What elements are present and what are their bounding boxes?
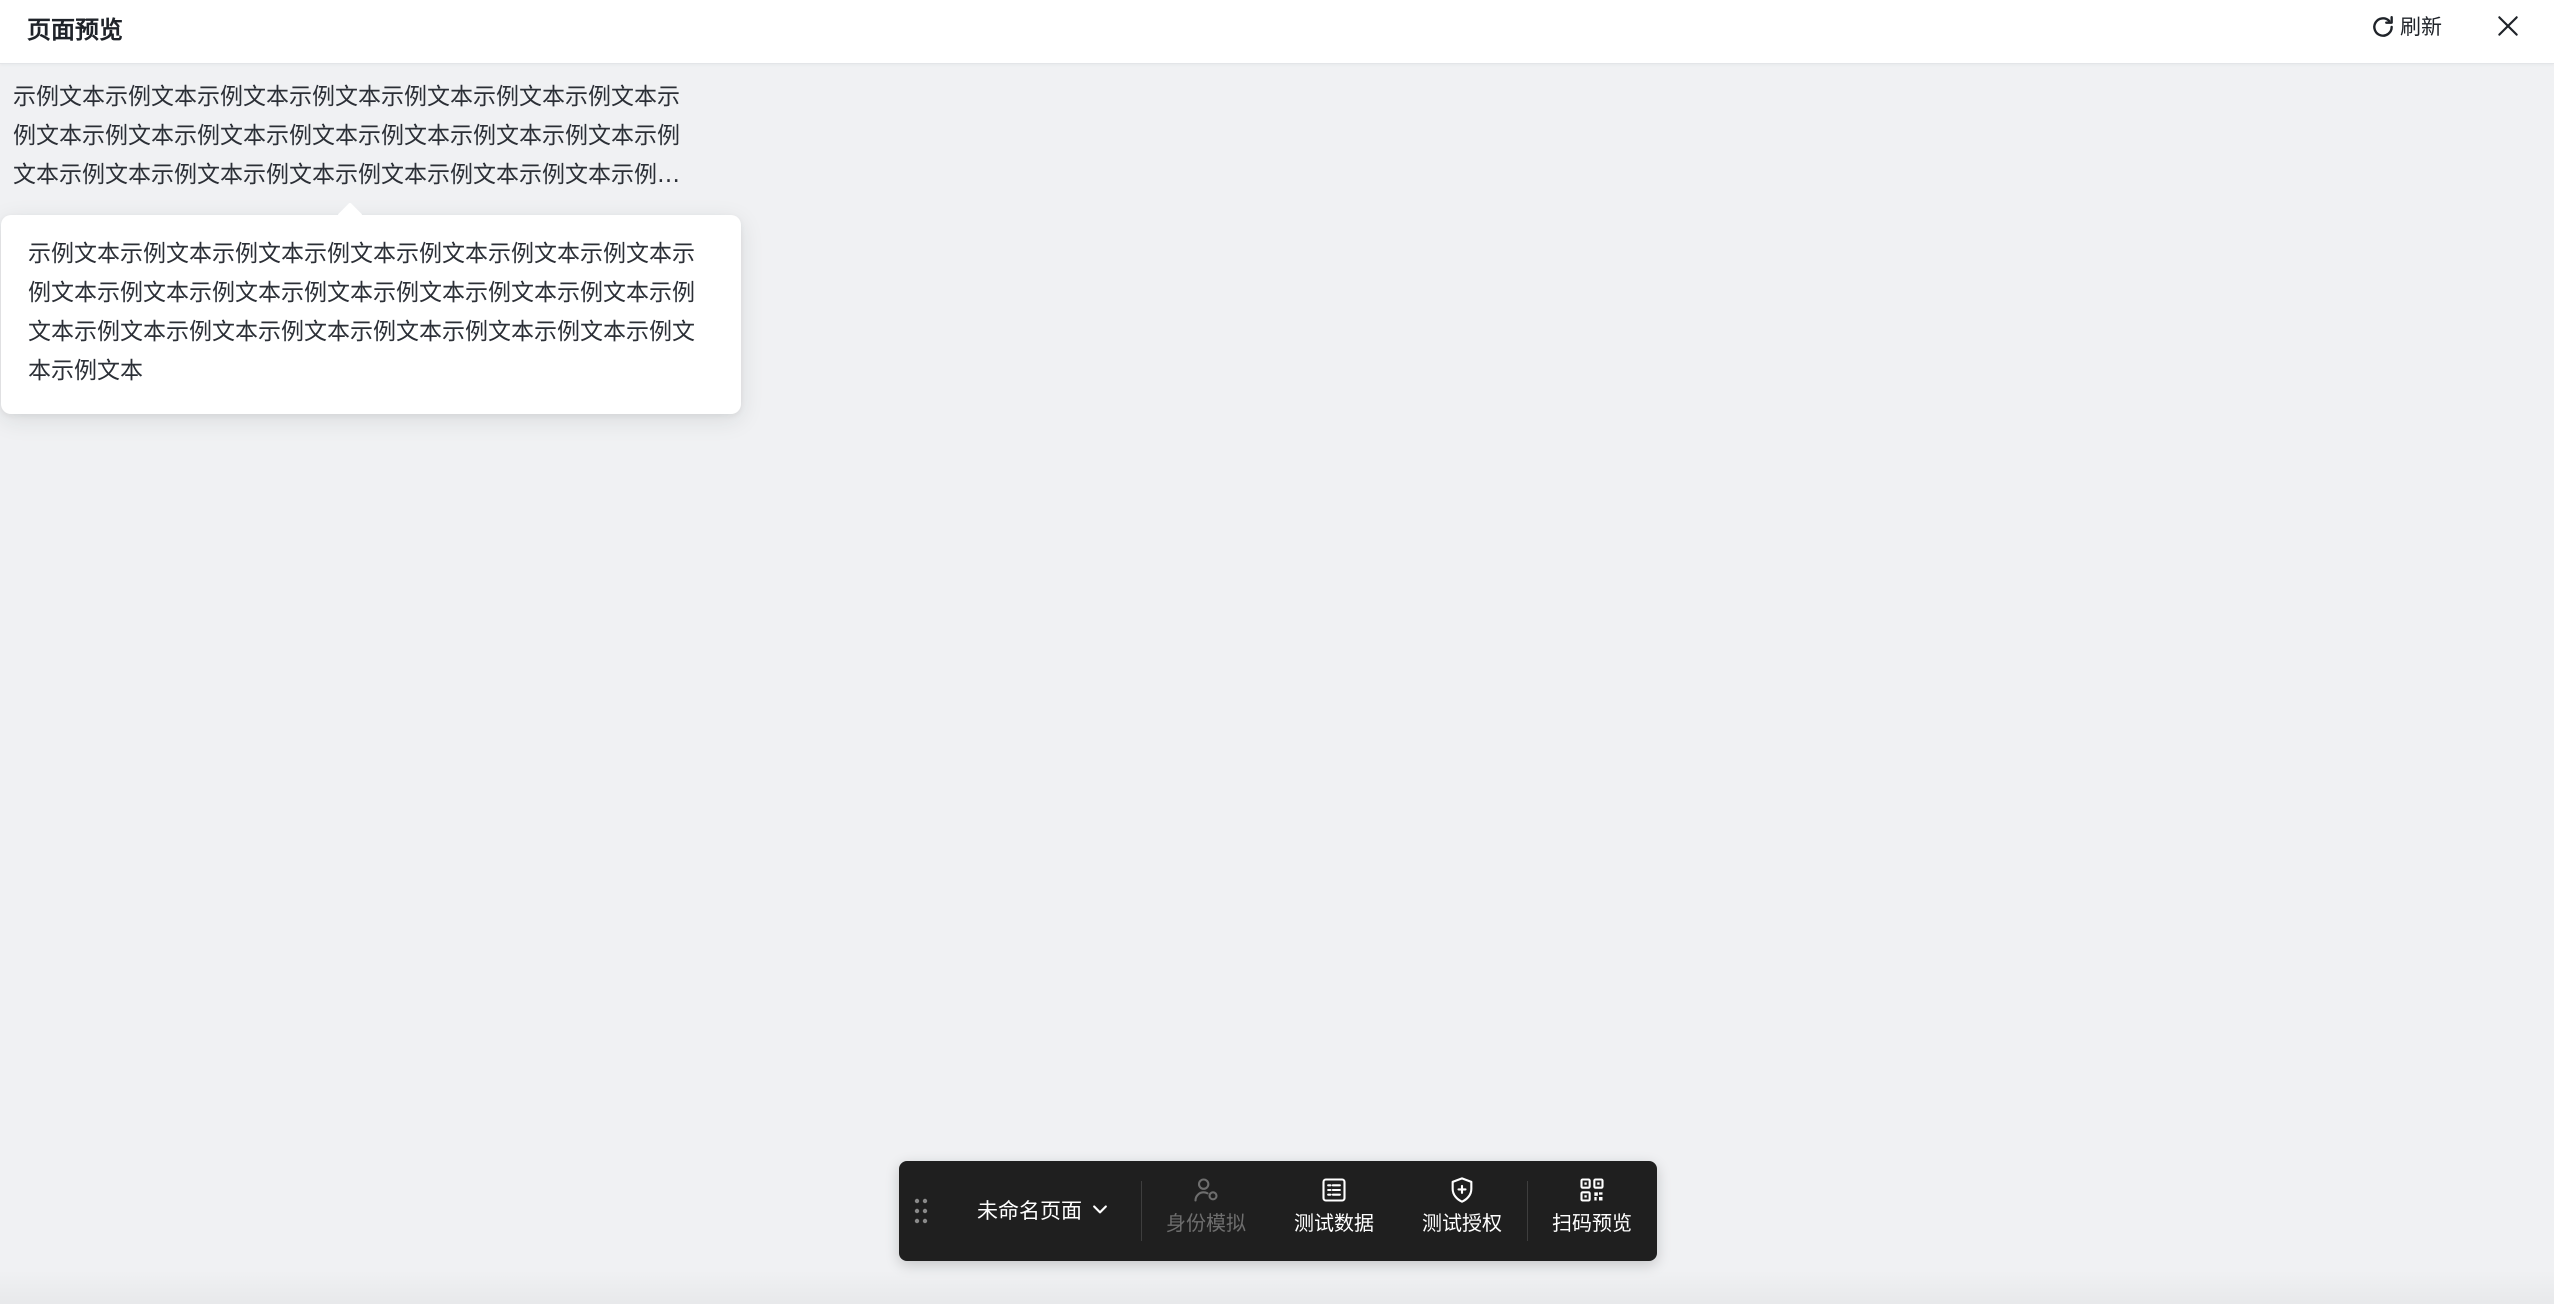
test-data-button[interactable]: 测试数据 bbox=[1279, 1175, 1389, 1247]
page-header: 页面预览 刷新 bbox=[0, 0, 2554, 64]
close-button[interactable] bbox=[2490, 10, 2526, 46]
close-icon bbox=[2495, 13, 2521, 43]
identity-simulation-label: 身份模拟 bbox=[1166, 1211, 1246, 1235]
drag-handle-icon[interactable] bbox=[913, 1197, 929, 1225]
refresh-button[interactable]: 刷新 bbox=[2370, 10, 2442, 44]
tooltip-text: 示例文本示例文本示例文本示例文本示例文本示例文本示例文本示例文本示例文本示例文本… bbox=[28, 241, 695, 384]
preview-toolbar: 未命名页面 身份模拟 测试数据 测试授权 扫码预览 bbox=[899, 1161, 1657, 1261]
truncated-text[interactable]: 示例文本示例文本示例文本示例文本示例文本示例文本示例文本示例文本示例文本示例文本… bbox=[13, 78, 693, 195]
scan-preview-button[interactable]: 扫码预览 bbox=[1537, 1175, 1647, 1247]
toolbar-divider bbox=[1527, 1181, 1528, 1241]
refresh-icon bbox=[2370, 14, 2396, 40]
test-data-label: 测试数据 bbox=[1294, 1211, 1374, 1235]
page-title: 页面预览 bbox=[27, 16, 123, 44]
test-authorization-label: 测试授权 bbox=[1422, 1211, 1502, 1235]
identity-simulation-button[interactable]: 身份模拟 bbox=[1151, 1175, 1261, 1247]
shield-plus-icon bbox=[1447, 1175, 1477, 1205]
test-authorization-button[interactable]: 测试授权 bbox=[1407, 1175, 1517, 1247]
page-select-label: 未命名页面 bbox=[977, 1199, 1082, 1223]
bottom-shadow bbox=[0, 1270, 2554, 1304]
refresh-label: 刷新 bbox=[2400, 15, 2442, 39]
qr-code-icon bbox=[1577, 1175, 1607, 1205]
toolbar-divider bbox=[1141, 1181, 1142, 1241]
full-text-tooltip: 示例文本示例文本示例文本示例文本示例文本示例文本示例文本示例文本示例文本示例文本… bbox=[1, 202, 741, 414]
data-list-icon bbox=[1319, 1175, 1349, 1205]
scan-preview-label: 扫码预览 bbox=[1552, 1211, 1632, 1235]
chevron-down-icon bbox=[1090, 1199, 1110, 1223]
user-settings-icon bbox=[1191, 1175, 1221, 1205]
page-select-dropdown[interactable]: 未命名页面 bbox=[977, 1191, 1110, 1231]
tooltip-arrow bbox=[337, 202, 363, 228]
